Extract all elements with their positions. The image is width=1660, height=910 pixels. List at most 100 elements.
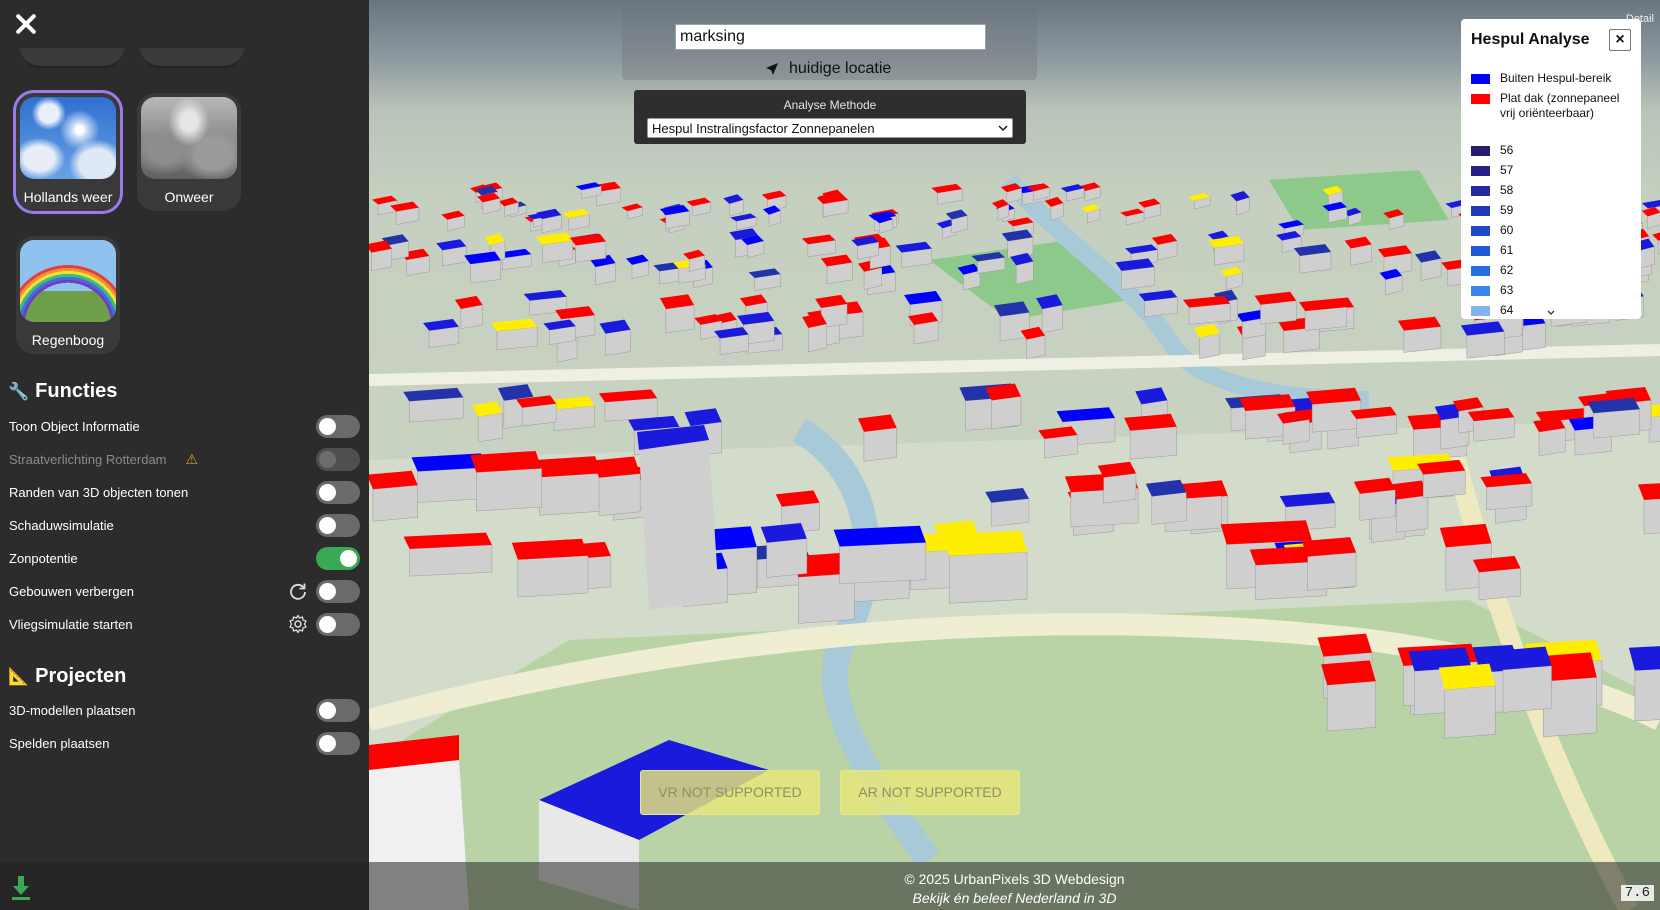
building-wall (1282, 419, 1310, 446)
legend-swatch (1471, 166, 1490, 176)
building-wall (604, 397, 658, 422)
building-wall (990, 498, 1030, 527)
function-row-gebouwen-verbergen: Gebouwen verbergen (9, 579, 360, 603)
building-wall (1473, 416, 1515, 442)
legend-entry: 61 (1471, 243, 1630, 258)
vr-button[interactable]: VR NOT SUPPORTED (640, 770, 820, 815)
building-wall (766, 538, 808, 578)
legend-entry: 59 (1471, 203, 1630, 218)
legend-entry: Plat dak (zonnepaneel vrij oriënteerbaar… (1471, 91, 1630, 121)
building-wall (1466, 331, 1505, 359)
building-wall (1121, 266, 1155, 290)
weather-preset-onweer[interactable]: Onweer (137, 93, 241, 211)
download-icon[interactable] (11, 874, 31, 900)
building-wall (1026, 335, 1046, 360)
legend-panel[interactable]: Hespul Analyse × Buiten Hespul-bereik Pla… (1461, 19, 1641, 319)
legend-label: 63 (1500, 283, 1514, 297)
legend-swatch (1471, 206, 1490, 216)
search-panel: huidige locatie (622, 7, 1037, 80)
legend-swatch (1471, 226, 1490, 236)
building-roof (943, 530, 1028, 556)
scroll-down-icon[interactable] (1545, 307, 1557, 319)
legend-swatch (1471, 74, 1490, 84)
function-label: Randen van 3D objecten tonen (9, 484, 189, 500)
legend-label: 64 (1500, 303, 1514, 317)
building-wall (496, 326, 538, 351)
building-wall (460, 304, 483, 330)
vliegsimulatie-toggle[interactable] (316, 613, 360, 636)
toon-object-informatie-toggle[interactable] (316, 415, 360, 438)
legend-label: 58 (1500, 183, 1514, 197)
storm-sky-thumbnail (141, 97, 237, 179)
building-wall (1103, 473, 1137, 504)
legend-swatch (1471, 146, 1490, 156)
weather-preset-partial[interactable] (20, 48, 124, 68)
gebouwen-verbergen-toggle[interactable] (316, 580, 360, 603)
gear-icon[interactable] (288, 614, 308, 634)
building-wall (1634, 668, 1660, 722)
legend-close-button[interactable]: × (1609, 29, 1631, 51)
legend-label: 57 (1500, 163, 1514, 177)
building-roof (1438, 663, 1496, 690)
current-location-label: huidige locatie (789, 60, 892, 77)
functies-heading: 🔧 Functies (8, 380, 117, 403)
legend-swatch (1471, 306, 1490, 316)
building-wall (605, 329, 631, 356)
function-row-toon-object-informatie: Toon Object Informatie (9, 414, 360, 438)
legend-entry: 58 (1471, 183, 1630, 198)
analyse-selected-value: Hespul Instralingsfactor Zonnepanelen (652, 120, 875, 136)
legend-swatch (1471, 246, 1490, 256)
building-wall (372, 484, 418, 522)
credit-text: © 2025 UrbanPixels 3D Webdesign (904, 871, 1125, 887)
rainbow-thumbnail (20, 240, 116, 322)
building-wall (1538, 427, 1566, 457)
function-label: Gebouwen verbergen (9, 583, 135, 599)
weather-preset-hollands-weer[interactable]: Hollands weer (13, 90, 123, 214)
location-arrow-icon (766, 63, 778, 75)
current-location-button[interactable]: huidige locatie (765, 60, 891, 78)
tagline-text: Bekijk én beleef Nederland in 3D (912, 890, 1117, 906)
spelden-plaatsen-toggle[interactable] (316, 732, 360, 755)
weather-preset-regenboog[interactable]: Regenboog (16, 236, 120, 354)
function-row-zonpotentie: Zonpotentie (9, 546, 360, 570)
building-wall (469, 259, 502, 284)
building-wall (839, 542, 927, 584)
zonpotentie-toggle[interactable] (316, 547, 360, 570)
schaduwsimulatie-toggle[interactable] (316, 514, 360, 537)
project-row-3d-modellen: 3D-modellen plaatsen (9, 698, 360, 722)
legend-swatch (1471, 186, 1490, 196)
analyse-method-select[interactable]: Hespul Instralingsfactor Zonnepanelen (647, 118, 1013, 138)
building-wall (1643, 498, 1660, 535)
function-label: Zonpotentie (9, 550, 78, 566)
building-wall (1304, 306, 1348, 331)
building-wall (1486, 483, 1533, 511)
building-wall (1396, 495, 1429, 533)
building-wall (1593, 408, 1641, 439)
refresh-icon[interactable] (288, 581, 308, 601)
building-wall (539, 472, 602, 516)
close-sidebar-button[interactable] (12, 10, 40, 38)
legend-entry: 62 (1471, 263, 1630, 278)
building-wall (1403, 326, 1442, 353)
weather-preset-partial[interactable] (140, 48, 244, 68)
function-label: Toon Object Informatie (9, 418, 140, 434)
straatverlichting-toggle[interactable] (316, 448, 360, 471)
ar-button[interactable]: AR NOT SUPPORTED (840, 770, 1020, 815)
legend-entry: Buiten Hespul-bereik (1471, 71, 1630, 86)
3d-modellen-plaatsen-toggle[interactable] (316, 699, 360, 722)
building-wall (1015, 260, 1034, 285)
building-wall (913, 320, 939, 345)
function-label: Straatverlichting Rotterdam (9, 451, 167, 467)
building-wall (1260, 300, 1297, 325)
warning-icon: ⚠ (185, 450, 199, 467)
randen-3d-objecten-toggle[interactable] (316, 481, 360, 504)
legend-entry: 60 (1471, 223, 1630, 238)
building-wall (1041, 304, 1063, 334)
building-roof (1439, 523, 1492, 548)
projecten-title: Projecten (35, 665, 127, 687)
legend-label: 62 (1500, 263, 1514, 277)
search-input[interactable] (675, 24, 986, 50)
building-roof (1497, 646, 1552, 670)
building-roof (1652, 232, 1660, 241)
legend-label: 56 (1500, 143, 1514, 157)
